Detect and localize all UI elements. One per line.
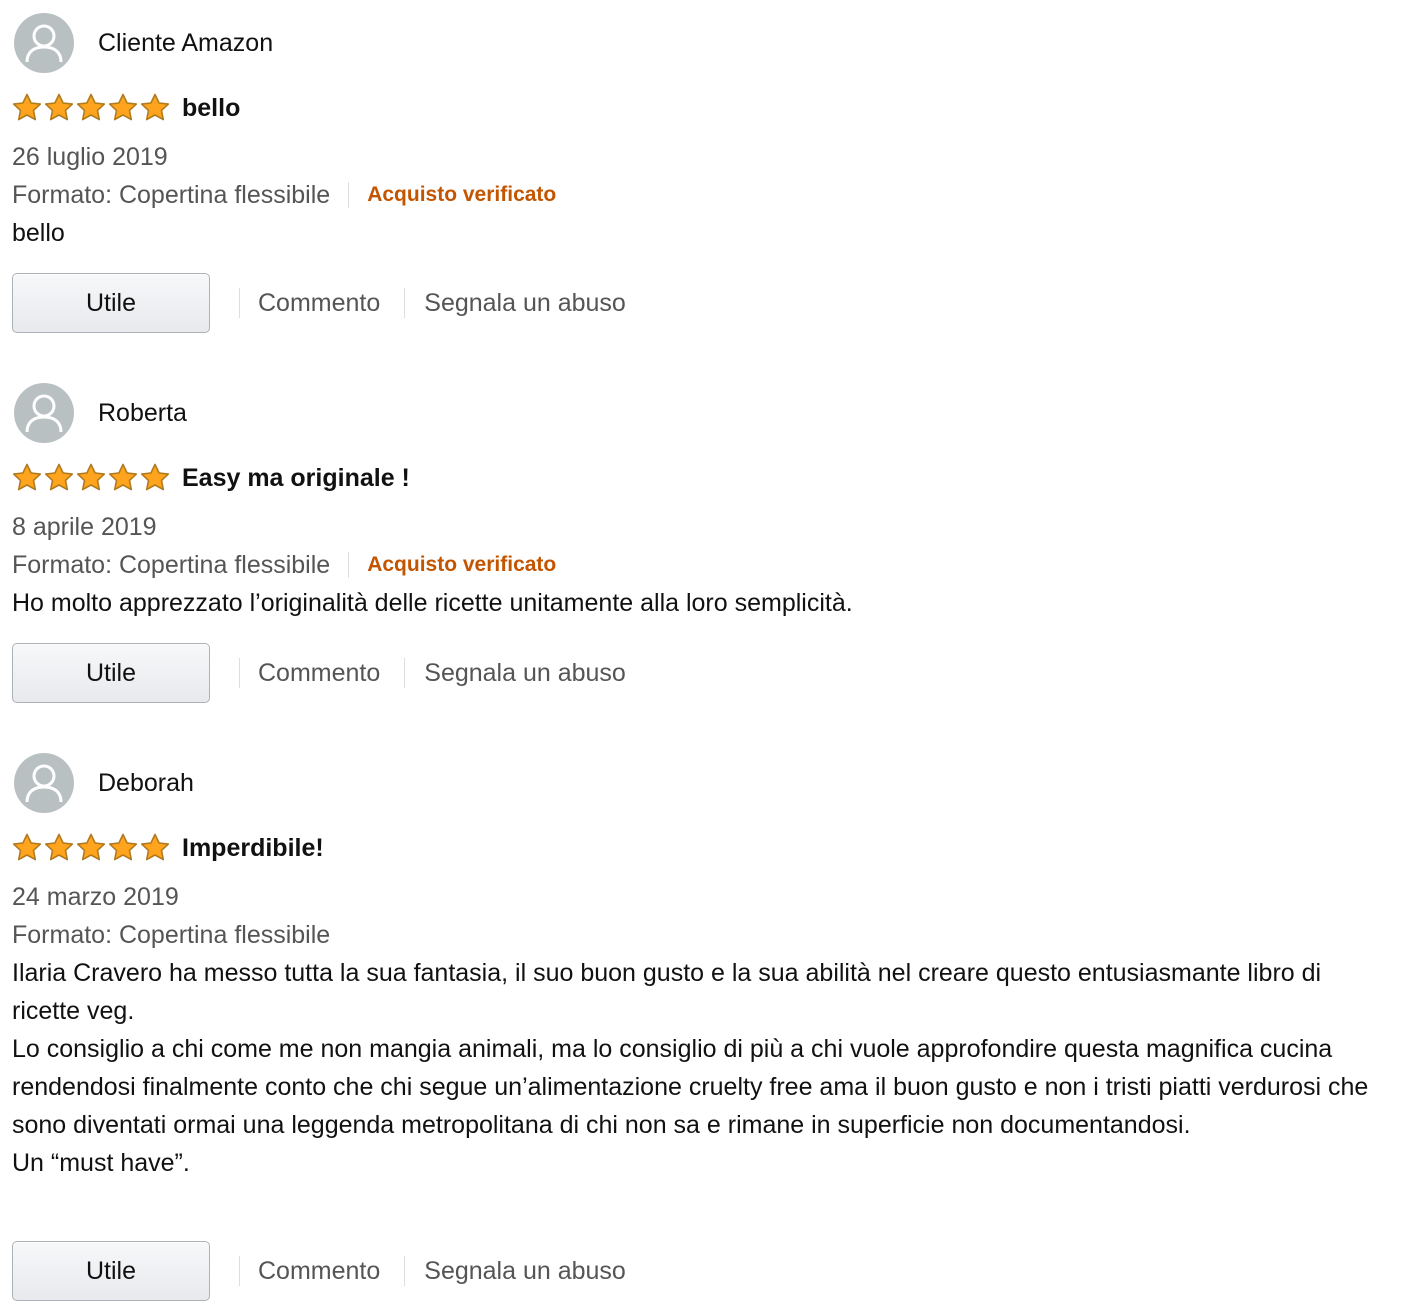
avatar [14, 13, 74, 73]
review-actions: Utile Commento Segnala un abuso [12, 642, 626, 704]
user-silhouette-icon [25, 394, 63, 433]
avatar [14, 753, 74, 813]
review-author: Cliente Amazon [14, 12, 273, 74]
format-row: Formato: Copertina flessibile [12, 916, 330, 954]
divider [239, 288, 240, 318]
verified-purchase-badge: Acquisto verificato [367, 553, 557, 576]
review-date: 24 marzo 2019 [12, 883, 179, 911]
review-title[interactable]: Easy ma originale ! [182, 464, 410, 493]
star-icon [140, 463, 170, 491]
star-icon [76, 833, 106, 861]
rating-row: Imperdibile! [12, 830, 324, 866]
author-name[interactable]: Cliente Amazon [98, 29, 273, 58]
comment-link[interactable]: Commento [258, 1257, 380, 1286]
review-paragraph: Un “must have”. [12, 1149, 190, 1177]
divider [404, 288, 406, 318]
star-icon [44, 93, 74, 121]
author-name[interactable]: Roberta [98, 399, 187, 428]
star-icon [44, 463, 74, 491]
review-date: 26 luglio 2019 [12, 143, 168, 171]
review-actions: Utile Commento Segnala un abuso [12, 272, 626, 334]
review-paragraph: bello [12, 219, 65, 247]
rating-row: bello [12, 90, 240, 126]
avatar [14, 383, 74, 443]
report-abuse-link[interactable]: Segnala un abuso [424, 289, 626, 318]
review-date: 8 aprile 2019 [12, 513, 157, 541]
star-icon [12, 833, 42, 861]
format-link[interactable]: Formato: Copertina flessibile [12, 551, 330, 580]
star-rating[interactable] [12, 833, 172, 863]
comment-link[interactable]: Commento [258, 659, 380, 688]
divider [348, 552, 350, 578]
author-name[interactable]: Deborah [98, 769, 194, 798]
star-rating[interactable] [12, 93, 172, 123]
report-abuse-link[interactable]: Segnala un abuso [424, 1257, 626, 1286]
star-icon [108, 93, 138, 121]
star-icon [44, 833, 74, 861]
format-row: Formato: Copertina flessibile Acquisto v… [12, 546, 556, 584]
star-icon [12, 93, 42, 121]
review-author: Roberta [14, 382, 187, 444]
divider [348, 182, 350, 208]
star-icon [76, 93, 106, 121]
comment-link[interactable]: Commento [258, 289, 380, 318]
review-paragraph: Lo consiglio a chi come me non mangia an… [12, 1035, 1369, 1139]
divider [404, 1256, 406, 1286]
star-icon [108, 463, 138, 491]
rating-row: Easy ma originale ! [12, 460, 410, 496]
star-icon [108, 833, 138, 861]
review-paragraph: Ilaria Cravero ha messo tutta la sua fan… [12, 959, 1322, 1025]
review-body: Ilaria Cravero ha messo tutta la sua fan… [12, 954, 1392, 1182]
divider [239, 1256, 240, 1286]
review-actions: Utile Commento Segnala un abuso [12, 1240, 626, 1302]
review-title[interactable]: bello [182, 94, 240, 123]
review-body: bello [12, 214, 1392, 252]
format-link[interactable]: Formato: Copertina flessibile [12, 921, 330, 950]
verified-purchase-badge: Acquisto verificato [367, 183, 557, 206]
user-silhouette-icon [25, 764, 63, 803]
format-row: Formato: Copertina flessibile Acquisto v… [12, 176, 556, 214]
helpful-button[interactable]: Utile [12, 1241, 210, 1301]
report-abuse-link[interactable]: Segnala un abuso [424, 659, 626, 688]
star-icon [76, 463, 106, 491]
helpful-button[interactable]: Utile [12, 643, 210, 703]
star-rating[interactable] [12, 463, 172, 493]
star-icon [12, 463, 42, 491]
divider [404, 658, 406, 688]
star-icon [140, 833, 170, 861]
helpful-button[interactable]: Utile [12, 273, 210, 333]
review-paragraph: Ho molto apprezzato l’originalità delle … [12, 589, 853, 617]
review-body: Ho molto apprezzato l’originalità delle … [12, 584, 1392, 622]
star-icon [140, 93, 170, 121]
review-author: Deborah [14, 752, 194, 814]
format-link[interactable]: Formato: Copertina flessibile [12, 181, 330, 210]
user-silhouette-icon [25, 24, 63, 63]
divider [239, 658, 240, 688]
review-title[interactable]: Imperdibile! [182, 834, 324, 863]
